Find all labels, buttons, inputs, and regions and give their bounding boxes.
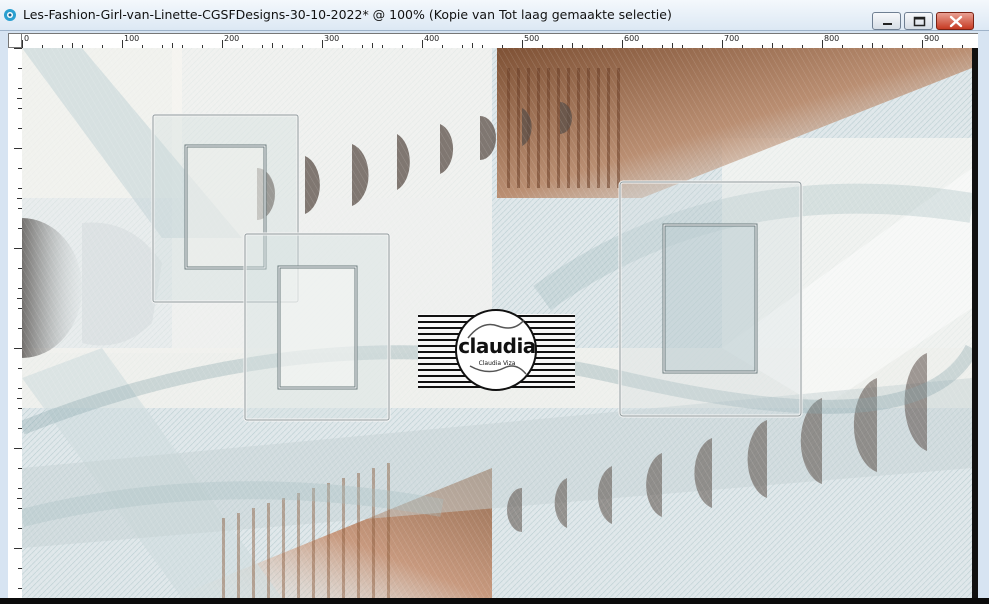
ruler-label: 900 [924, 34, 940, 43]
ruler-label: 400 [424, 34, 440, 43]
ruler-label: 700 [724, 34, 740, 43]
close-icon [949, 15, 963, 28]
frame-3 [618, 180, 803, 418]
close-button[interactable] [936, 12, 974, 30]
title-bar[interactable]: Les-Fashion-Girl-van-Linette-CGSFDesigns… [0, 0, 989, 31]
ruler-label: 300 [324, 34, 340, 43]
maximize-button[interactable] [904, 12, 933, 30]
minimize-icon [883, 23, 892, 25]
app-icon [4, 9, 16, 21]
ruler-label: 0 [24, 34, 30, 43]
ruler-ticks [14, 48, 22, 589]
ruler-label: 600 [624, 34, 640, 43]
vertical-scrollbar[interactable] [972, 48, 978, 598]
ruler-label: 100 [124, 34, 140, 43]
ruler-label: 800 [824, 34, 840, 43]
ruler-label: 200 [224, 34, 240, 43]
horizontal-ruler[interactable]: 0 100 200 300 400 500 600 700 800 900 [8, 33, 978, 49]
ruler-label: 500 [524, 34, 540, 43]
artwork [22, 48, 972, 598]
ruler-corner [8, 33, 22, 48]
minimize-button[interactable] [872, 12, 901, 30]
frame-2 [243, 232, 391, 422]
vertical-ruler[interactable] [8, 48, 23, 598]
image-canvas[interactable]: claudia Claudia Viza [22, 48, 972, 598]
window-title: Les-Fashion-Girl-van-Linette-CGSFDesigns… [23, 7, 672, 22]
maximize-icon [913, 16, 926, 27]
bottom-frame [0, 598, 989, 604]
image-window: Les-Fashion-Girl-van-Linette-CGSFDesigns… [0, 0, 989, 604]
watermark-subtext: Claudia Viza [478, 360, 516, 367]
watermark-text: claudia [458, 334, 536, 358]
